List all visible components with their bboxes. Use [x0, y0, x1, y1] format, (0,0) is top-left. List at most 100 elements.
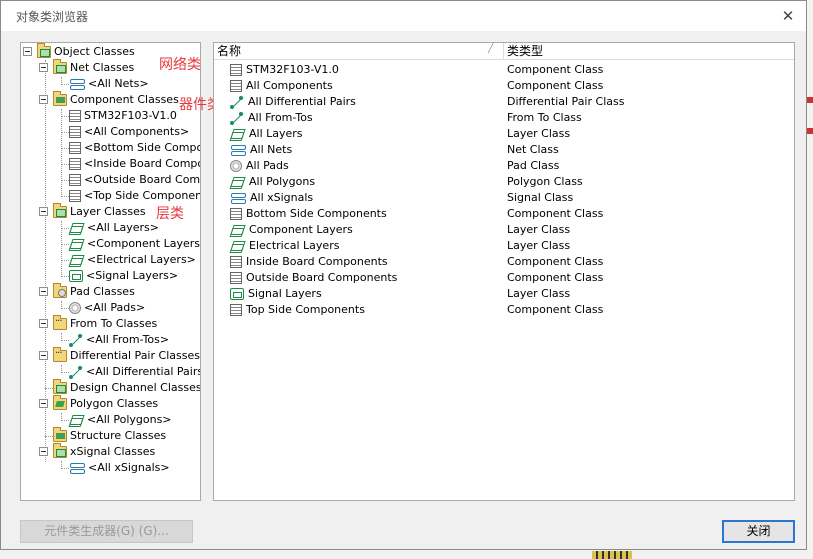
collapse-icon[interactable] — [39, 319, 48, 328]
tree-item-pad-classes[interactable]: Pad Classes — [39, 283, 135, 300]
tree-item-design-channel-classes[interactable]: Design Channel Classes — [53, 379, 200, 396]
collapse-icon[interactable] — [39, 287, 48, 296]
list-item[interactable]: Bottom Side Components Component Class — [214, 206, 794, 222]
tree-line — [61, 228, 69, 229]
list-item[interactable]: Electrical Layers Layer Class — [214, 238, 794, 254]
list-item[interactable]: All Components Component Class — [214, 78, 794, 94]
close-icon[interactable]: ✕ — [778, 6, 798, 26]
collapse-icon[interactable] — [39, 207, 48, 216]
design-channel-folder-icon — [53, 379, 67, 394]
list-item-name: All xSignals — [250, 191, 314, 204]
tree-item-object-classes[interactable]: Object Classes — [23, 43, 135, 60]
tree-item-bottom-side[interactable]: <Bottom Side Compor — [69, 140, 200, 156]
tree-item-top-side[interactable]: <Top Side Componen — [69, 188, 200, 204]
list-item[interactable]: Component Layers Layer Class — [214, 222, 794, 238]
tree-item-all-polygons[interactable]: <All Polygons> — [69, 412, 172, 428]
signal-layer-icon — [69, 270, 83, 282]
tree-item-label: From To Classes — [70, 317, 158, 330]
tree-item-label: <All Polygons> — [87, 413, 172, 426]
tree-item-signal-layers[interactable]: <Signal Layers> — [69, 268, 178, 284]
list-item-name: All Pads — [246, 159, 289, 172]
list-item[interactable]: All Differential Pairs Differential Pair … — [214, 94, 794, 110]
tree-item-label: <Electrical Layers> — [87, 253, 196, 266]
list-item[interactable]: All Layers Layer Class — [214, 126, 794, 142]
collapse-icon[interactable] — [39, 63, 48, 72]
list-item[interactable]: Signal Layers Layer Class — [214, 286, 794, 302]
list-item[interactable]: All xSignals Signal Class — [214, 190, 794, 206]
tree-item-from-to-classes[interactable]: From To Classes — [39, 315, 158, 332]
column-header-type[interactable]: 类类型 — [504, 43, 543, 60]
tree-item-outside-board[interactable]: <Outside Board Comp — [69, 172, 201, 188]
close-button[interactable]: 关闭 — [722, 520, 795, 543]
list-item-name-cell: Electrical Layers — [230, 238, 339, 254]
tree-item-all-diff-pairs[interactable]: <All Differential Pairs> — [69, 364, 200, 380]
class-generator-button[interactable]: 元件类生成器(G) (G)... — [20, 520, 193, 543]
class-tree[interactable]: Object Classes Net Classes <All Nets> Co… — [20, 42, 201, 501]
pad-icon — [69, 302, 81, 314]
tree-item-electrical-layers[interactable]: <Electrical Layers> — [69, 252, 196, 268]
tree-item-label: <All Nets> — [88, 77, 149, 90]
tree-item-all-layers[interactable]: <All Layers> — [69, 220, 159, 236]
tree-item-diff-pair-classes[interactable]: Differential Pair Classes — [39, 347, 200, 364]
tree-item-stm32[interactable]: STM32F103-V1.0 — [69, 108, 177, 124]
tree-line — [61, 308, 69, 309]
title-bar[interactable]: 对象类浏览器 ✕ — [1, 1, 806, 31]
tree-item-label: <All Pads> — [84, 301, 146, 314]
tree-item-xsignal-classes[interactable]: xSignal Classes — [39, 443, 155, 460]
collapse-icon[interactable] — [39, 399, 48, 408]
list-item-name-cell: STM32F103-V1.0 — [230, 62, 339, 78]
from-to-icon — [69, 333, 83, 347]
tree-item-label: <Outside Board Comp — [84, 173, 201, 186]
background-mark — [807, 128, 813, 134]
list-item-name: All Components — [246, 79, 333, 92]
list-item[interactable]: All Nets Net Class — [214, 142, 794, 158]
list-item[interactable]: All Pads Pad Class — [214, 158, 794, 174]
list-item[interactable]: Inside Board Components Component Class — [214, 254, 794, 270]
tree-item-all-from-tos[interactable]: <All From-Tos> — [69, 332, 169, 348]
tree-item-component-layers[interactable]: <Component Layers> — [69, 236, 201, 252]
list-item[interactable]: Top Side Components Component Class — [214, 302, 794, 318]
annotation-layer: 层类 — [156, 206, 184, 222]
tree-item-structure-classes[interactable]: Structure Classes — [53, 427, 166, 444]
tree-item-label: Net Classes — [70, 61, 135, 74]
collapse-icon[interactable] — [39, 447, 48, 456]
tree-item-component-classes[interactable]: Component Classes — [39, 91, 179, 108]
tree-line — [61, 340, 69, 341]
collapse-icon[interactable] — [39, 95, 48, 104]
tree-item-polygon-classes[interactable]: Polygon Classes — [39, 395, 158, 412]
list-item[interactable]: All From-Tos From To Class — [214, 110, 794, 126]
component-icon — [230, 80, 242, 92]
tree-item-all-nets[interactable]: <All Nets> — [69, 76, 149, 92]
list-item[interactable]: All Polygons Polygon Class — [214, 174, 794, 190]
tree-item-layer-classes[interactable]: Layer Classes — [39, 203, 146, 220]
list-item[interactable]: STM32F103-V1.0 Component Class — [214, 62, 794, 78]
tree-item-all-pads[interactable]: <All Pads> — [69, 300, 145, 316]
tree-item-label: Pad Classes — [70, 285, 135, 298]
list-item-type: Layer Class — [507, 127, 571, 140]
tree-item-label: <All Components> — [84, 125, 190, 138]
component-icon — [230, 208, 242, 220]
collapse-icon[interactable] — [23, 47, 32, 56]
tree-line — [45, 388, 53, 389]
component-icon — [69, 126, 81, 138]
signal-layer-icon — [230, 288, 244, 300]
background-mark — [807, 97, 813, 103]
component-icon — [69, 142, 81, 154]
list-item-name: Bottom Side Components — [246, 207, 387, 220]
list-item[interactable]: Outside Board Components Component Class — [214, 270, 794, 286]
tree-item-inside-board[interactable]: <Inside Board Compo — [69, 156, 200, 172]
class-list[interactable]: 名称 ╱ 类类型 STM32F103-V1.0 Component Class Al… — [213, 42, 795, 501]
net-icon — [230, 192, 246, 204]
collapse-icon[interactable] — [39, 351, 48, 360]
tree-line — [61, 164, 69, 165]
component-icon — [69, 158, 81, 170]
component-icon — [230, 256, 242, 268]
component-icon — [230, 272, 242, 284]
column-header-name[interactable]: 名称 — [214, 43, 241, 60]
layer-folder-icon — [53, 203, 67, 218]
tree-item-label: <Component Layers> — [87, 237, 201, 250]
tree-item-all-components[interactable]: <All Components> — [69, 124, 189, 140]
tree-item-net-classes[interactable]: Net Classes — [39, 59, 135, 76]
tree-item-all-xsignals[interactable]: <All xSignals> — [69, 460, 170, 476]
tree-line — [61, 84, 69, 85]
